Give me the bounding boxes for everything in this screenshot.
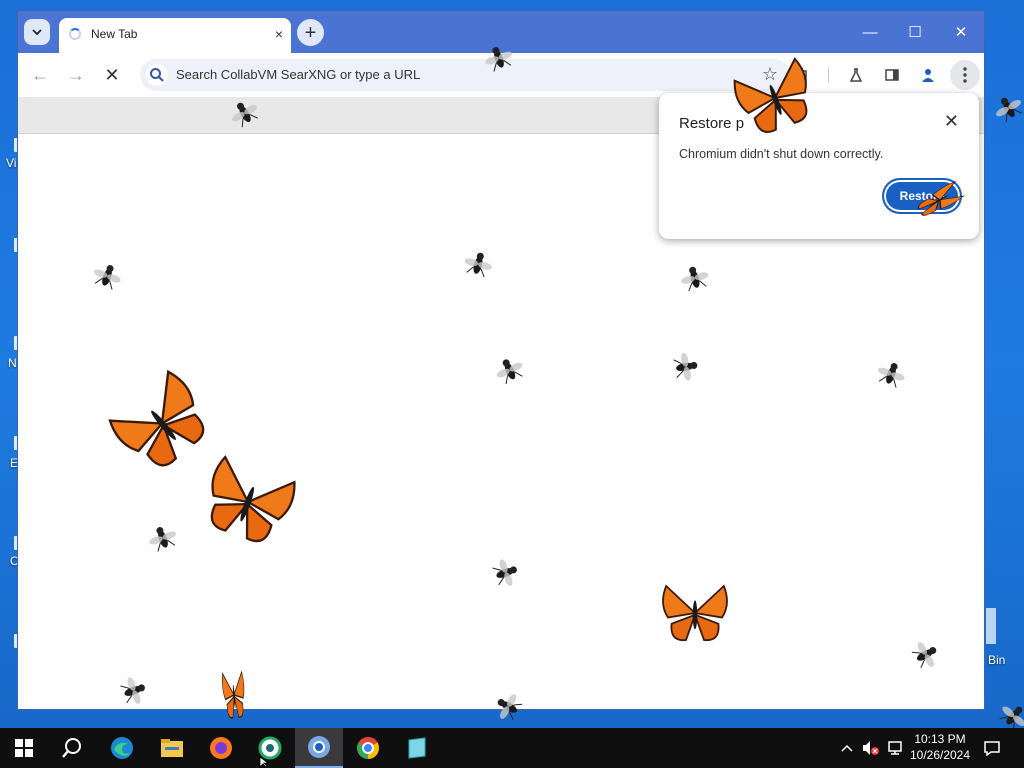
taskbar-search-button[interactable] (48, 728, 96, 768)
tab-search-button[interactable] (24, 19, 50, 45)
loading-spinner-icon (69, 28, 81, 40)
clock[interactable]: 10:13 PM 10/26/2024 (905, 731, 975, 763)
chromium-taskbar-button[interactable] (295, 728, 343, 768)
recycle-bin-icon[interactable] (986, 608, 996, 644)
clock-time: 10:13 PM (914, 732, 966, 746)
back-button[interactable]: ← (28, 63, 52, 87)
folder-icon (161, 739, 183, 757)
windows-logo-icon (15, 739, 33, 757)
taskbar: 10:13 PM 10/26/2024 (0, 728, 1024, 768)
search-icon (62, 738, 81, 758)
firefox-taskbar-button[interactable] (197, 728, 245, 768)
recycle-bin-label[interactable]: Bin (988, 653, 1005, 667)
stop-loading-button[interactable]: ✕ (100, 63, 124, 87)
volume-muted-icon (863, 741, 879, 755)
chevron-up-icon (841, 744, 853, 752)
network-icon (888, 741, 902, 755)
omnibox[interactable]: Search CollabVM SearXNG or type a URL ☆ (140, 59, 790, 91)
maximize-button[interactable]: ☐ (892, 19, 938, 45)
labs-flask-icon[interactable] (844, 63, 868, 87)
dialog-close-button[interactable]: ✕ (944, 111, 959, 132)
menu-kebab-icon[interactable] (950, 60, 980, 90)
dialog-message: Chromium didn't shut down correctly. (679, 147, 884, 161)
butterfly-icon (662, 585, 728, 642)
notification-icon (984, 741, 1000, 756)
minimize-button[interactable]: — (847, 19, 893, 45)
forward-button[interactable]: → (64, 63, 88, 87)
show-hidden-icons-button[interactable] (838, 728, 856, 768)
mouse-cursor-icon (259, 756, 270, 768)
firefox-icon (210, 737, 232, 759)
new-tab-button[interactable]: + (297, 19, 324, 46)
edge-taskbar-button[interactable] (98, 728, 146, 768)
chrome-icon (357, 737, 379, 759)
chevron-down-icon (32, 29, 42, 36)
chrome-taskbar-button[interactable] (344, 728, 392, 768)
dialog-title: Restore p (679, 115, 745, 132)
fly-icon (672, 350, 701, 384)
notifications-button[interactable] (980, 728, 1004, 768)
close-window-button[interactable]: ✕ (938, 19, 984, 45)
clock-date: 10/26/2024 (909, 748, 971, 762)
app-tile-icon (408, 737, 426, 759)
network-button[interactable] (884, 728, 906, 768)
side-panel-icon[interactable] (880, 63, 904, 87)
chromium-icon (308, 736, 330, 758)
search-engine-icon (146, 64, 168, 86)
volume-button[interactable] (860, 728, 882, 768)
start-button[interactable] (0, 728, 48, 768)
toolbar-divider (828, 67, 829, 83)
file-explorer-taskbar-button[interactable] (148, 728, 196, 768)
tab-close-button[interactable]: × (275, 25, 283, 43)
omnibox-placeholder: Search CollabVM SearXNG or type a URL (176, 67, 421, 82)
profile-icon[interactable] (916, 63, 940, 87)
desktop-icon-label-2[interactable]: N (8, 356, 17, 370)
taskbar-app-button[interactable] (393, 728, 441, 768)
tab-title: New Tab (91, 27, 138, 41)
tab-new-tab[interactable]: New Tab × (59, 18, 291, 53)
edge-icon (111, 737, 133, 759)
